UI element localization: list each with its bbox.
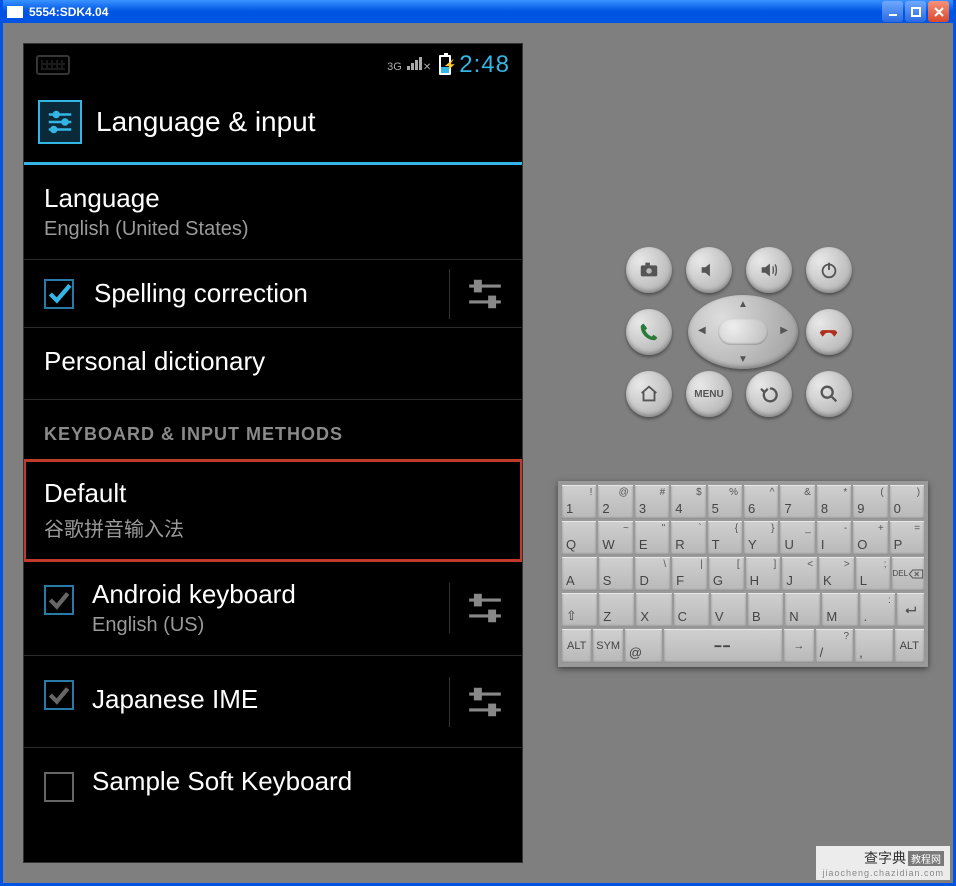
row-language[interactable]: Language English (United States) [24,165,522,260]
key-,[interactable]: , [855,629,892,663]
row-android-keyboard[interactable]: Android keyboard English (US) [24,561,522,656]
key-→[interactable]: → [784,629,813,663]
key-9[interactable]: 9( [853,485,887,519]
key-─[interactable]: ━━ [664,629,782,663]
key-.[interactable]: .: [860,593,895,627]
checkbox-japanese-ime[interactable] [44,680,74,710]
key-e[interactable]: E" [635,521,669,555]
key-6[interactable]: 6^ [744,485,778,519]
spelling-settings-button[interactable] [449,269,504,319]
key-s[interactable]: S [599,557,634,591]
key-p[interactable]: P= [890,521,924,555]
key-@[interactable]: @ [625,629,662,663]
android-keyboard-settings-button[interactable] [449,583,504,633]
minimize-button[interactable] [882,1,903,22]
dpad[interactable]: ▲ ▼ ◀ ▶ [688,295,798,369]
key-/[interactable]: /? [816,629,853,663]
hardware-keyboard: 1!2@3#4$5%6^7&8*9(0) QW~E"R`T{Y}U_I-O+P= A… [558,481,928,667]
row-sample-soft-keyboard[interactable]: Sample Soft Keyboard [24,748,522,819]
dpad-right[interactable]: ▶ [780,325,788,336]
key-alt[interactable]: ALT [895,629,924,663]
key-f[interactable]: F| [672,557,707,591]
call-button[interactable] [626,309,672,355]
keyboard-notification-icon [36,55,70,75]
key-a[interactable]: A [562,557,597,591]
checkbox-spelling[interactable] [44,279,74,309]
row-japanese-ime[interactable]: Japanese IME [24,656,522,748]
dpad-down[interactable]: ▼ [738,354,748,365]
key-4[interactable]: 4$ [671,485,705,519]
menu-button[interactable]: MENU [686,371,732,417]
end-call-button[interactable] [806,309,852,355]
close-button[interactable] [928,1,949,22]
key-7[interactable]: 7& [780,485,814,519]
key-⇧[interactable]: ⇧ [562,593,597,627]
row-spelling-correction[interactable]: Spelling correction [24,260,522,328]
key-v[interactable]: V [711,593,746,627]
key-j[interactable]: J< [782,557,817,591]
key-x[interactable]: X [636,593,671,627]
power-button[interactable] [806,247,852,293]
key-g[interactable]: G[ [709,557,744,591]
key-r[interactable]: R` [671,521,705,555]
hardware-buttons: ▲ ▼ ◀ ▶ MENU [626,243,860,421]
checkbox-android-keyboard[interactable] [44,585,74,615]
clock: 2:48 [459,51,510,79]
key-t[interactable]: T{ [708,521,742,555]
japanese-ime-settings-button[interactable] [449,677,504,727]
key-3[interactable]: 3# [635,485,669,519]
key-2[interactable]: 2@ [598,485,632,519]
key-alt[interactable]: ALT [562,629,591,663]
maximize-button[interactable] [905,1,926,22]
key-c[interactable]: C [674,593,709,627]
back-button[interactable] [746,371,792,417]
key-o[interactable]: O+ [853,521,887,555]
key-0[interactable]: 0) [890,485,924,519]
emulator-screen: 3G ✕ ⚡ 2:48 Language & input Language En… [23,43,523,863]
camera-button[interactable] [626,247,672,293]
key-u[interactable]: U_ [780,521,814,555]
key-sym[interactable]: SYM [593,629,622,663]
key-h[interactable]: H] [746,557,781,591]
key-1[interactable]: 1! [562,485,596,519]
row-default-ime[interactable]: Default 谷歌拼音输入法 [24,460,522,561]
key-m[interactable]: M [822,593,857,627]
key-y[interactable]: Y} [744,521,778,555]
dpad-up[interactable]: ▲ [738,299,748,310]
key-8[interactable]: 8* [817,485,851,519]
key-k[interactable]: K> [819,557,854,591]
key-q[interactable]: Q [562,521,596,555]
app-icon [7,6,23,18]
key-del[interactable]: DEL [892,557,924,591]
status-bar[interactable]: 3G ✕ ⚡ 2:48 [24,44,522,86]
key-d[interactable]: D\ [635,557,670,591]
dpad-center-button[interactable] [718,319,768,345]
dpad-left[interactable]: ◀ [698,325,706,336]
key-b[interactable]: B [748,593,783,627]
checkbox-sample-keyboard[interactable] [44,772,74,802]
settings-sliders-icon [38,100,82,144]
home-button[interactable] [626,371,672,417]
settings-header: Language & input [24,86,522,165]
row-personal-dictionary[interactable]: Personal dictionary [24,328,522,400]
key-l[interactable]: L; [856,557,891,591]
volume-down-button[interactable] [686,247,732,293]
key-n[interactable]: N [785,593,820,627]
search-button[interactable] [806,371,852,417]
battery-icon: ⚡ [439,55,451,75]
section-keyboard-input-methods: KEYBOARD & INPUT METHODS [24,400,522,460]
window-titlebar[interactable]: 5554:SDK4.04 [3,0,953,23]
key-i[interactable]: I- [817,521,851,555]
watermark: 查字典教程网 jiaocheng.chazidian.com [816,846,950,880]
key-↵[interactable] [897,593,924,627]
signal-3g-icon: 3G ✕ [387,57,431,73]
key-w[interactable]: W~ [598,521,632,555]
key-z[interactable]: Z [599,593,634,627]
page-title: Language & input [96,106,316,138]
window-title: 5554:SDK4.04 [29,5,108,19]
key-5[interactable]: 5% [708,485,742,519]
volume-up-button[interactable] [746,247,792,293]
